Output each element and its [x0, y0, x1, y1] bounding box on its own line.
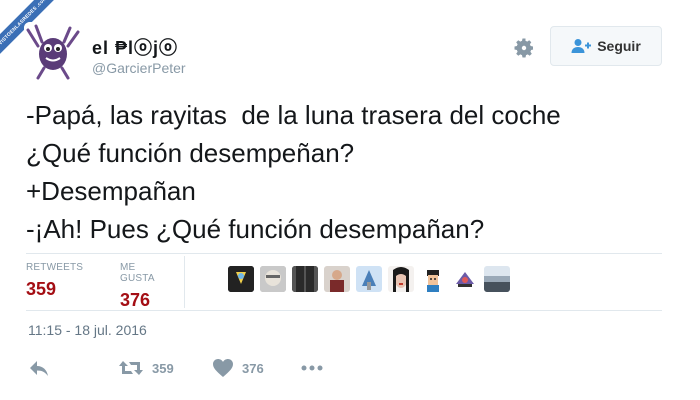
tweet-actions: 359 376	[28, 358, 668, 382]
liker-avatar[interactable]	[484, 266, 510, 292]
liker-avatar[interactable]	[260, 266, 286, 292]
liker-avatar[interactable]	[452, 266, 478, 292]
retweet-count: 359	[152, 360, 174, 376]
likes-label: ME GUSTA	[120, 262, 155, 284]
retweets-label: RETWEETS	[26, 262, 84, 273]
tweet-text: -Papá, las rayitas de la luna trasera de…	[26, 96, 676, 248]
more-button[interactable]	[300, 358, 324, 378]
retweets-stat[interactable]: RETWEETS 359	[26, 262, 83, 300]
stats-separator	[184, 256, 185, 308]
display-name[interactable]: el ₱lⓞjⓞ	[92, 34, 178, 60]
gear-icon[interactable]	[512, 36, 536, 60]
reply-button[interactable]	[28, 358, 50, 378]
reply-icon	[28, 358, 50, 378]
tweet-header: el ₱lⓞjⓞ @GarcierPeter Seguir	[24, 22, 674, 82]
tweet-text-line: ¿Qué función desempeñan?	[26, 138, 355, 168]
liker-avatar[interactable]	[228, 266, 254, 292]
likes-value: 376	[120, 290, 151, 310]
avatar[interactable]	[24, 22, 82, 80]
tweet-text-line: -¡Ah! Pues ¿Qué función desempañan?	[26, 214, 485, 244]
liker-avatar[interactable]	[388, 266, 414, 292]
follow-button[interactable]: Seguir	[550, 26, 662, 66]
tweet-text-line: +Desempañan	[26, 176, 196, 206]
liker-avatar[interactable]	[420, 266, 446, 292]
add-user-icon	[571, 38, 592, 54]
tweet-text-line: -Papá, las rayitas de la luna trasera de…	[26, 100, 561, 130]
retweet-button[interactable]: 359	[118, 358, 174, 378]
like-button[interactable]: 376	[212, 358, 264, 378]
username[interactable]: @GarcierPeter	[92, 60, 186, 76]
liker-avatar[interactable]	[324, 266, 350, 292]
follow-label: Seguir	[597, 38, 641, 54]
divider	[26, 253, 662, 254]
likes-stat[interactable]: ME GUSTA 376	[120, 262, 155, 311]
retweet-icon	[118, 358, 144, 378]
heart-icon	[212, 358, 234, 378]
more-dots-icon	[300, 358, 324, 378]
liker-avatar[interactable]	[356, 266, 382, 292]
liker-avatar[interactable]	[292, 266, 318, 292]
tweet-timestamp[interactable]: 11:15 - 18 jul. 2016	[28, 322, 147, 338]
retweets-value: 359	[26, 279, 57, 299]
like-count: 376	[242, 360, 264, 376]
divider	[26, 310, 662, 311]
